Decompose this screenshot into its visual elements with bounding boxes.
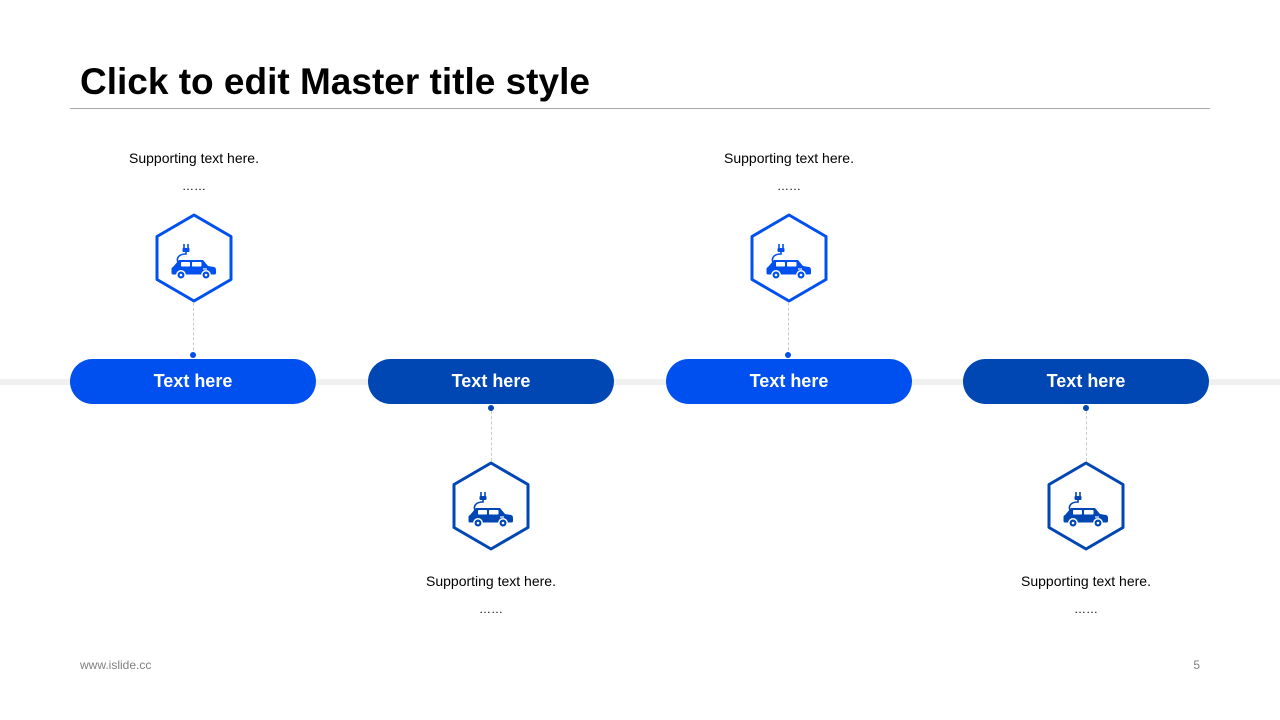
supporting-text: Supporting text here. xyxy=(426,573,556,589)
supporting-ellipsis: …… xyxy=(182,179,206,193)
supporting-text: Supporting text here. xyxy=(129,150,259,166)
connector-line xyxy=(193,303,194,355)
slide-title: Click to edit Master title style xyxy=(80,61,590,102)
connector-dot xyxy=(785,352,791,358)
supporting-text: Supporting text here. xyxy=(1021,573,1151,589)
supporting-ellipsis: …… xyxy=(1074,602,1098,616)
footer-url: www.islide.cc xyxy=(80,658,152,672)
connector-line xyxy=(491,411,492,461)
electric-car-icon xyxy=(451,461,531,551)
supporting-ellipsis: …… xyxy=(777,179,801,193)
connector-line xyxy=(788,303,789,355)
electric-car-icon xyxy=(749,213,829,303)
step-label-pill[interactable]: Text here xyxy=(963,359,1209,404)
supporting-text: Supporting text here. xyxy=(724,150,854,166)
title-divider xyxy=(70,108,1210,109)
electric-car-icon xyxy=(154,213,234,303)
connector-line xyxy=(1086,411,1087,461)
supporting-ellipsis: …… xyxy=(479,602,503,616)
step-label-pill[interactable]: Text here xyxy=(666,359,912,404)
page-number: 5 xyxy=(1193,658,1200,672)
step-label-pill[interactable]: Text here xyxy=(368,359,614,404)
connector-dot xyxy=(190,352,196,358)
electric-car-icon xyxy=(1046,461,1126,551)
step-label-pill[interactable]: Text here xyxy=(70,359,316,404)
